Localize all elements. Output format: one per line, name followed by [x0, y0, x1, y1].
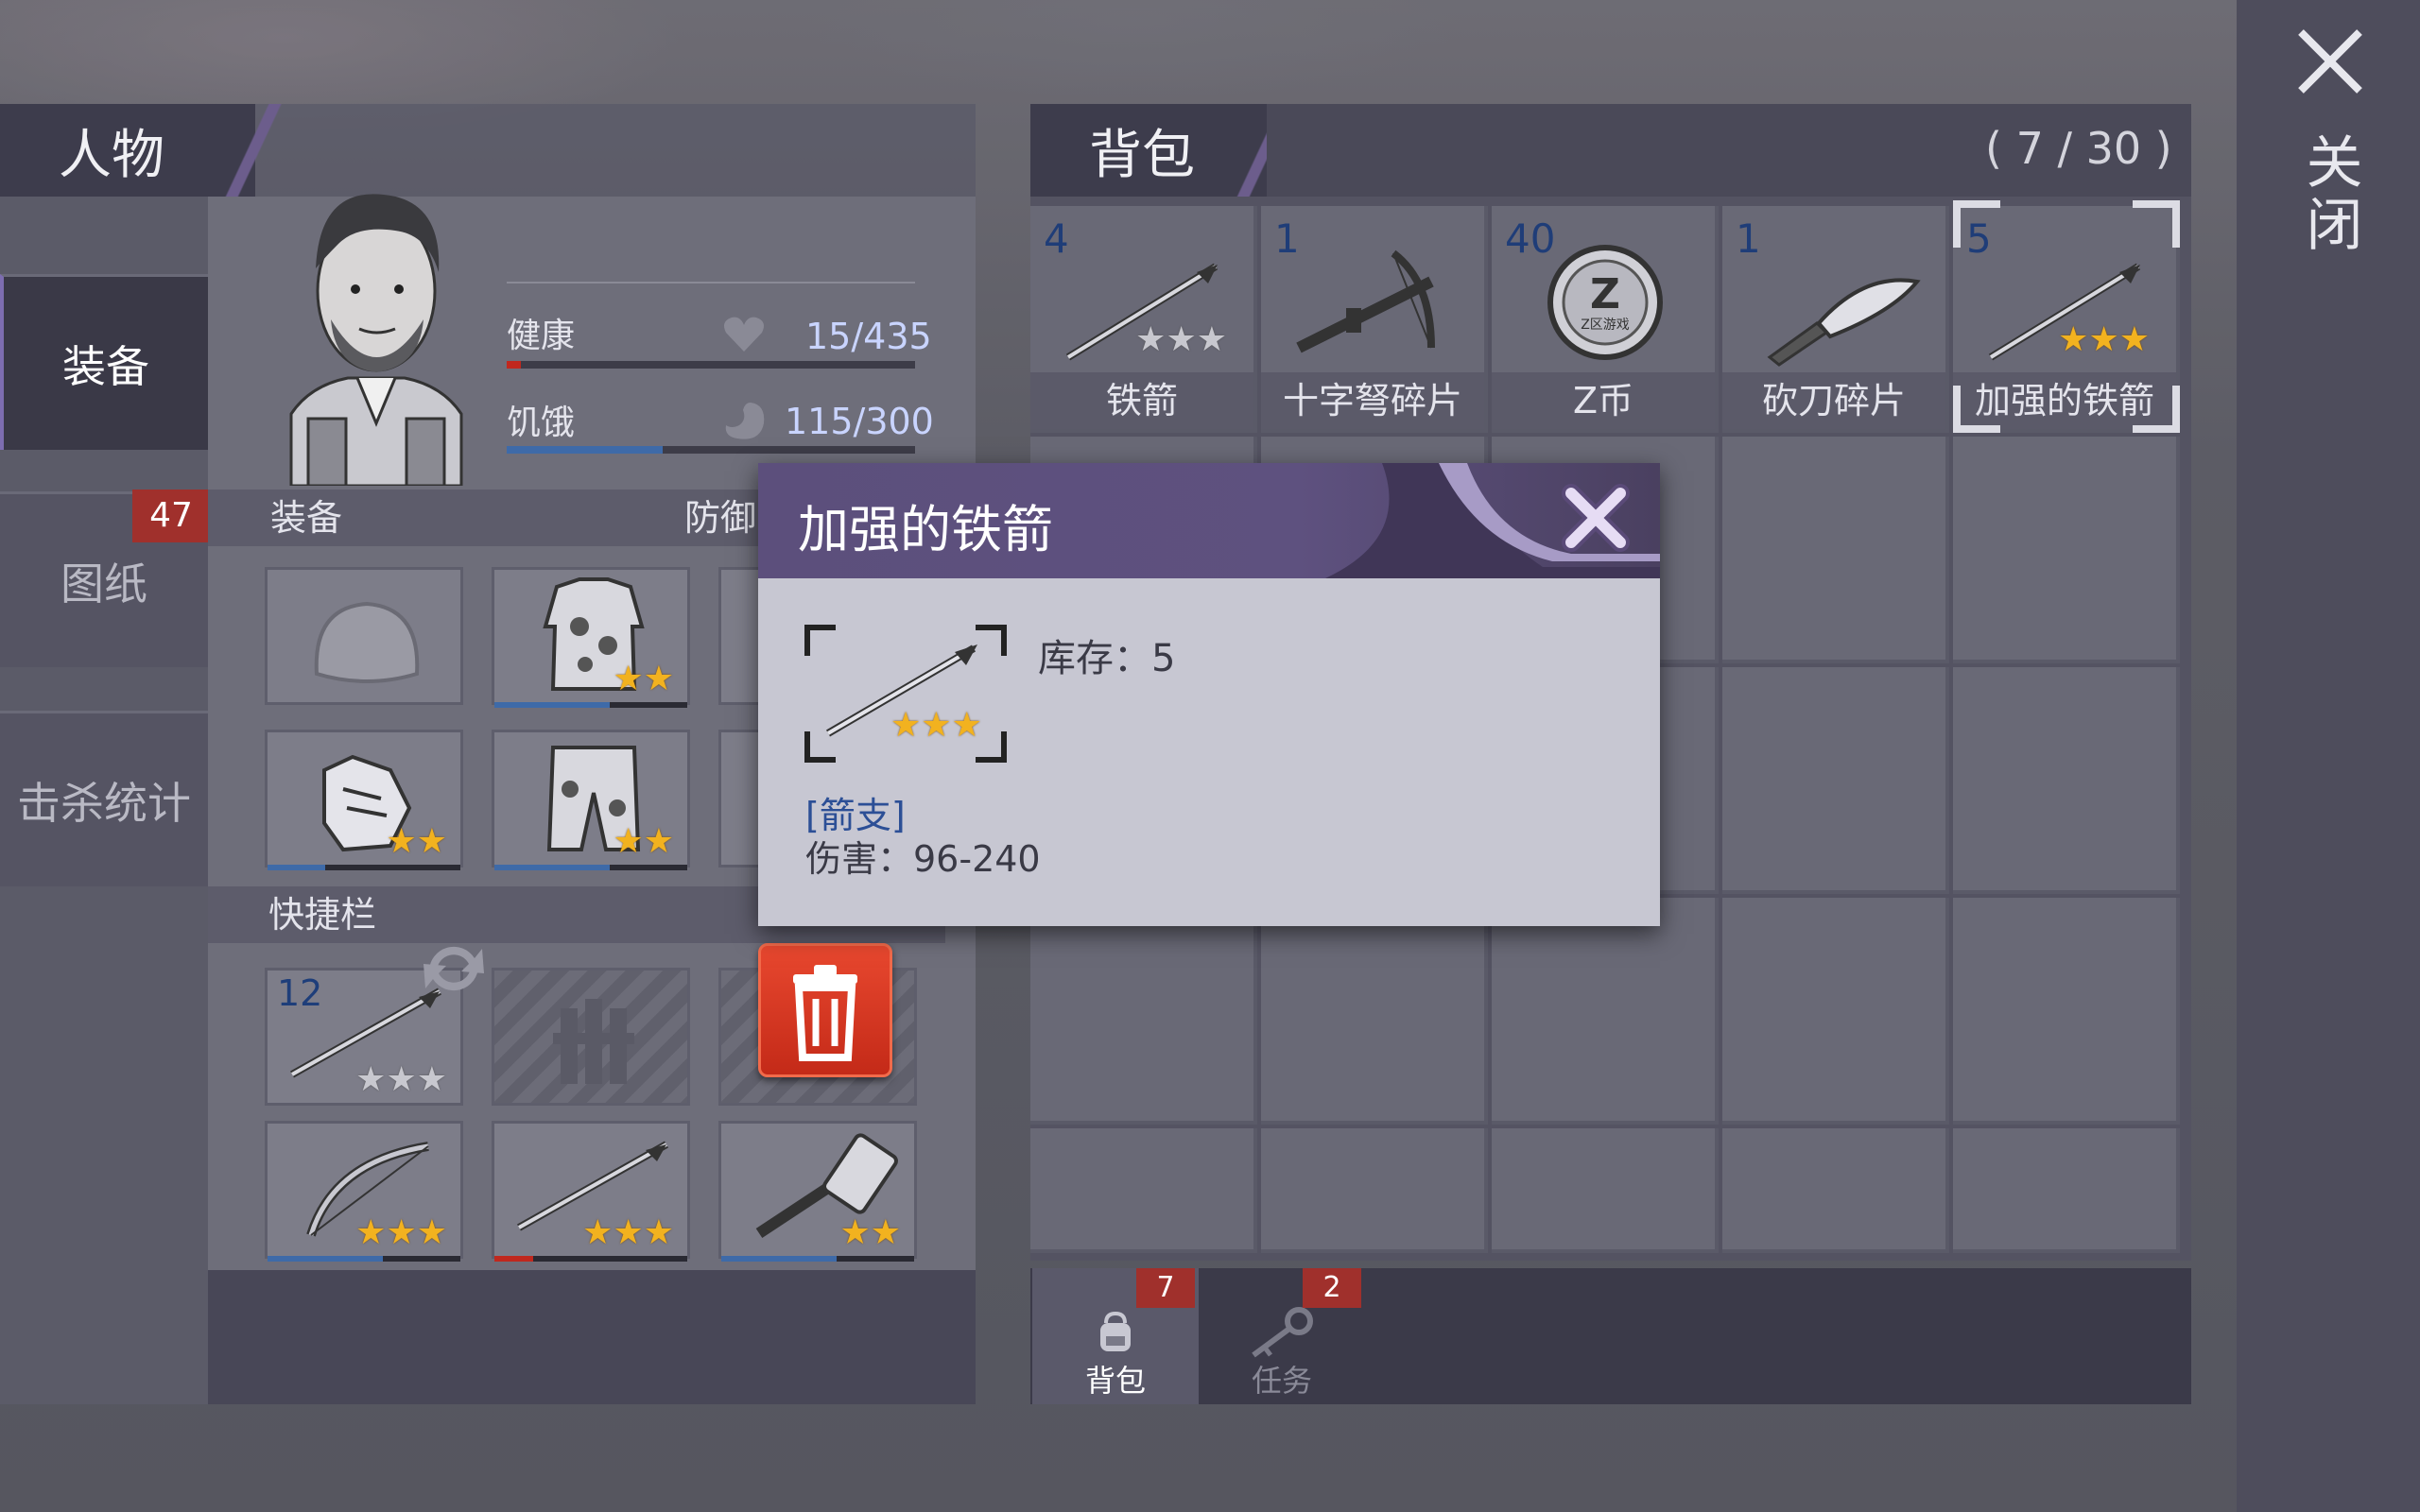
character-header: 人物 — [0, 104, 321, 197]
tab-kill-stats[interactable]: 击杀统计 — [0, 711, 208, 886]
character-title: 人物 — [59, 124, 164, 186]
equip-slot-head[interactable] — [265, 567, 463, 705]
item-name: 铁箭 — [1030, 372, 1253, 429]
defense-label: 防御 — [684, 497, 757, 539]
tab-label: 任务 — [1251, 1363, 1312, 1399]
item-count: 12 — [277, 972, 323, 1014]
coin-text: Z区游戏 — [1581, 318, 1630, 333]
rating-stars: ★ ★ — [386, 822, 447, 861]
bag-slot-empty[interactable] — [1492, 1128, 1719, 1253]
selection-corner — [1953, 386, 2000, 433]
backpack-capacity: ( 7 / 30 ) — [1985, 123, 2172, 174]
tab-equipment[interactable]: 装备 — [0, 274, 208, 450]
quickbar-label: 快捷栏 — [268, 894, 377, 936]
popup-close-icon[interactable] — [1556, 478, 1635, 558]
quest-tab-badge: 2 — [1303, 1268, 1361, 1308]
popup-body: ★ ★ ★ 库存：5 [箭支] 伤害：96-240 — [758, 578, 1660, 926]
blueprints-badge: 47 — [132, 490, 210, 542]
health-bar — [507, 361, 915, 369]
backpack-tab-badge: 7 — [1136, 1268, 1195, 1308]
svg-text:Z: Z — [1590, 270, 1620, 318]
backpack-icon — [1100, 1311, 1131, 1351]
item-name: Z币 — [1492, 372, 1715, 429]
health-bar-fill — [507, 361, 521, 369]
quick-slot-5[interactable]: ★ ★ ★ — [492, 1121, 690, 1262]
rating-stars: ★ ★ ★ — [890, 706, 982, 745]
bag-slot-empty[interactable] — [1492, 898, 1719, 1125]
bag-slot-empty[interactable] — [1261, 1128, 1488, 1253]
bag-slot-2[interactable]: 1 十字弩碎片 — [1261, 206, 1488, 433]
equipment-label: 装备 — [270, 497, 343, 539]
key-icon — [1252, 1307, 1313, 1358]
rating-stars: ★ ★ ★ — [355, 1213, 447, 1252]
equip-slot-body[interactable]: ★ ★ — [492, 567, 690, 708]
bag-slot-empty[interactable] — [1953, 1128, 2180, 1253]
quick-slot-6[interactable]: ★ ★ — [718, 1121, 917, 1262]
equip-slot-partial[interactable] — [718, 567, 762, 705]
rating-stars: ★ ★ — [613, 660, 674, 698]
crossbow-icon — [1296, 249, 1435, 353]
bag-slot-1[interactable]: 4 ★ ★ ★ 铁箭 — [1030, 206, 1257, 433]
bag-slot-empty[interactable] — [1030, 898, 1257, 1125]
backpack-header: 背包 — [1030, 104, 1333, 197]
tab-label: 背包 — [1084, 1363, 1146, 1399]
bag-slot-empty[interactable] — [1953, 898, 2180, 1125]
rating-stars: ★ ★ — [613, 822, 674, 861]
bag-slot-3[interactable]: 40 Z Z区游戏 Z币 — [1492, 206, 1719, 433]
bag-slot-empty[interactable] — [1722, 437, 1949, 663]
coin-icon: Z Z区游戏 — [1547, 245, 1663, 360]
item-name: 十字弩碎片 — [1261, 372, 1484, 429]
beanie-icon — [314, 601, 420, 683]
selection-corner — [2133, 200, 2180, 248]
rating-stars: ★ ★ ★ — [355, 1060, 447, 1099]
quick-slot-4[interactable]: ★ ★ ★ — [265, 1121, 463, 1262]
rating-stars: ★ ★ — [839, 1213, 901, 1252]
close-icon[interactable] — [2295, 26, 2365, 96]
bag-slot-empty[interactable] — [1722, 667, 1949, 894]
popup-stock: 库存：5 — [1038, 637, 1176, 680]
equip-slot-legs[interactable]: ★ ★ — [492, 730, 690, 870]
item-name: 砍刀碎片 — [1722, 372, 1945, 429]
bag-slot-empty[interactable] — [1030, 1128, 1257, 1253]
popup-damage: 伤害：96-240 — [805, 838, 1041, 880]
machete-icon — [1767, 278, 1921, 367]
item-detail-popup: 加强的铁箭 ★ ★ ★ 库存：5 [箭支] 伤害：96-240 — [758, 463, 1660, 926]
selection-corner — [2133, 386, 2180, 433]
rating-stars: ★ ★ ★ — [1135, 320, 1227, 359]
equip-slot-partial[interactable] — [718, 730, 762, 868]
rating-stars: ★ ★ ★ — [2058, 320, 2150, 359]
rating-stars: ★ ★ ★ — [582, 1213, 674, 1252]
bag-slot-empty[interactable] — [1722, 1128, 1949, 1253]
stomach-icon — [725, 403, 765, 439]
health-label: 健康 — [507, 317, 576, 355]
bag-slot-5-selected[interactable]: 5 ★ ★ ★ 加强的铁箭 — [1953, 200, 2180, 433]
hunger-bar-fill — [507, 446, 664, 454]
fence-icon — [553, 999, 634, 1084]
equip-slot-hands[interactable]: ★ ★ — [265, 730, 463, 870]
hunger-value: 115/300 — [785, 401, 934, 442]
backpack-title: 背包 — [1089, 124, 1195, 186]
quick-slot-2-locked[interactable] — [492, 968, 690, 1106]
health-value: 15/435 — [805, 316, 932, 357]
delete-button[interactable] — [758, 943, 892, 1077]
bag-slot-4[interactable]: 1 砍刀碎片 — [1722, 206, 1949, 433]
hunger-bar — [507, 446, 915, 454]
swap-icon[interactable] — [416, 936, 492, 1002]
bag-slot-empty[interactable] — [1953, 667, 2180, 894]
heart-icon — [724, 317, 764, 352]
bag-slot-empty[interactable] — [1261, 898, 1488, 1125]
character-portrait — [289, 194, 463, 486]
selection-corner — [1953, 200, 2000, 248]
hunger-label: 饥饿 — [507, 404, 576, 442]
close-label[interactable]: 关闭 — [2295, 132, 2365, 257]
popup-title: 加强的铁箭 — [798, 500, 1053, 559]
popup-header: 加强的铁箭 — [758, 463, 1660, 578]
bag-slot-empty[interactable] — [1953, 437, 2180, 663]
character-bottom-bar — [208, 1270, 976, 1404]
trash-icon — [793, 965, 857, 1061]
bag-slot-empty[interactable] — [1722, 898, 1949, 1125]
